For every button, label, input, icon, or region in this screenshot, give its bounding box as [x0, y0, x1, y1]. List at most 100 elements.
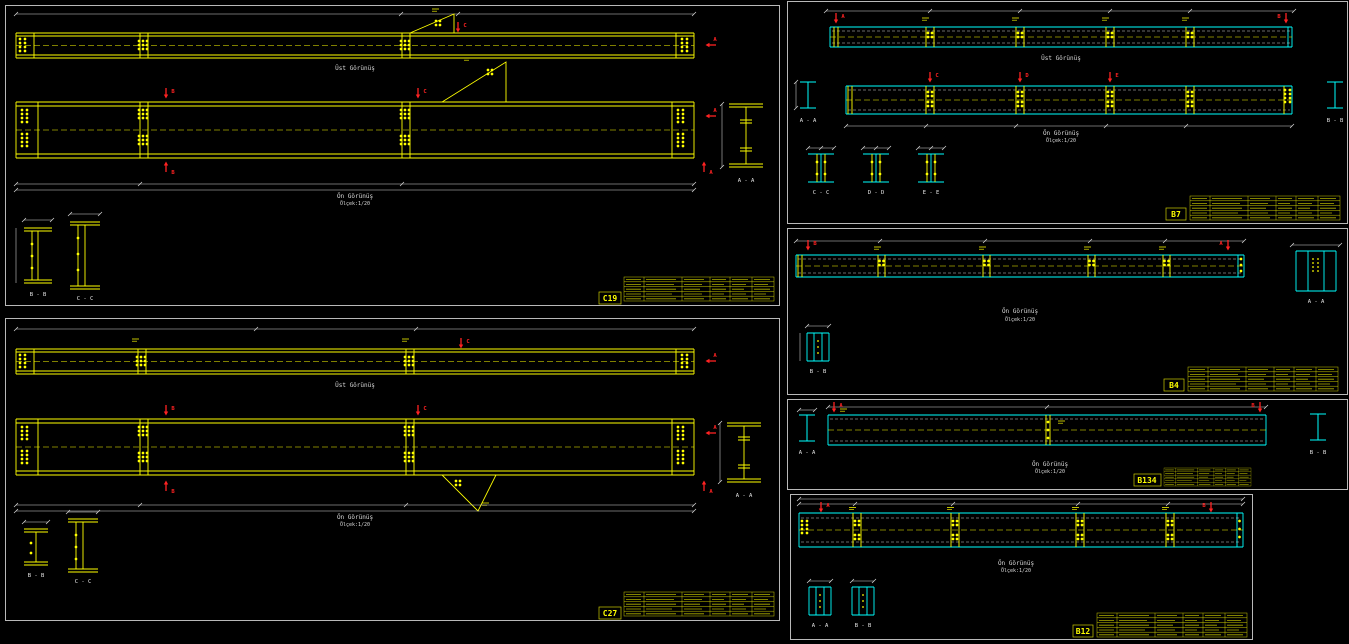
b134-top-dimension-line: [826, 405, 1268, 409]
b134-drawing: A - A A B Ön Görünüş Ölçek:1/20 B - B B1…: [788, 400, 1347, 489]
b12-front-view-caption: Ön Görünüş: [998, 560, 1035, 567]
b134-scale-caption: Ölçek:1/20: [1035, 468, 1065, 475]
panel-b134: A - A A B Ön Görünüş Ölçek:1/20 B - B B1…: [787, 399, 1348, 490]
b4-cut-letter-a: A: [1219, 241, 1223, 247]
c27-cut-letter-a3: A: [709, 489, 713, 495]
b4-drawing: B A A - A Ön Görünüş Ölçek:1/20 B - B B4: [788, 229, 1347, 394]
b7-section-label-bb: B - B: [1327, 118, 1344, 124]
b7-section-bb: [1327, 82, 1343, 108]
b134-section-label-bb: B - B: [1310, 450, 1327, 456]
c19-front-view-caption: Ön Görünüş: [337, 193, 374, 200]
c27-drawing: C A Üst Görünüş B C A B A Ön Görünüş Ölç…: [6, 319, 779, 620]
c19-cut-letter-c: C: [463, 23, 466, 29]
b12-section-bb: [850, 579, 876, 615]
b134-section-label-aa: A - A: [799, 450, 816, 456]
b12-section-label-aa: A - A: [812, 623, 829, 629]
b7-section-label-ee: E - E: [923, 190, 940, 196]
b134-section-aa-dims: [797, 408, 817, 412]
b4-section-bb: [800, 324, 831, 361]
c19-section-cc: [70, 222, 100, 289]
c27-cut-letter-a: A: [713, 353, 717, 359]
c27-section-label-aa: A - A: [736, 493, 753, 499]
c27-section-bb-dims: [22, 520, 50, 524]
c27-section-label-bb: B - B: [28, 573, 45, 579]
b7-cut-letter-e: E: [1115, 73, 1118, 79]
c27-cut-letter-b: B: [171, 406, 175, 412]
b134-panel-id: B134: [1137, 476, 1156, 485]
panel-b7: A B Üst Görünüş A - A C D E Ön Görünüş Ö…: [787, 1, 1348, 224]
b4-front-view-caption: Ön Görünüş: [1002, 308, 1039, 315]
b7-title-block: [1190, 196, 1340, 220]
c19-top-view-cut-markers: C A: [456, 22, 718, 47]
c27-front-view-caption: Ön Görünüş: [337, 514, 374, 521]
c27-top-view-cut-markers: C A: [459, 338, 718, 363]
c27-cut-letter-b2: B: [171, 489, 175, 495]
c27-bottom-dimension-lines: [14, 503, 696, 513]
c19-top-view-caption: Üst Görünüş: [335, 65, 375, 72]
b134-title-block: [1164, 468, 1251, 486]
b12-top-dimension-lines: [797, 497, 1245, 506]
b134-section-aa: [799, 415, 815, 441]
b134-section-bb: [1310, 414, 1326, 440]
c19-drawing: C A Üst Görünüş B C A B A Ön Görünüş Ölç…: [6, 6, 779, 305]
c27-top-view-beam: [16, 339, 694, 374]
b12-title-block: [1097, 613, 1247, 637]
b7-section-cc: [806, 146, 836, 182]
c19-cut-letter-c2: C: [423, 89, 426, 95]
c19-bottom-dimension-lines: [14, 182, 696, 192]
c27-front-view-beam: [16, 419, 694, 511]
c27-panel-id: C27: [603, 609, 618, 618]
c19-panel-id: C19: [603, 294, 618, 303]
b12-scale-caption: Ölçek:1/20: [1001, 567, 1031, 574]
c19-cut-letter-a: A: [713, 37, 717, 43]
c19-section-cc-dims: [68, 212, 102, 216]
b134-cut-letter-a: A: [839, 403, 843, 409]
b7-top-view-cut-markers: A B: [834, 13, 1288, 24]
b12-front-view-cut-markers: A B: [819, 502, 1213, 513]
c27-section-cc: [68, 519, 98, 572]
b7-top-view-plates: [834, 18, 1194, 47]
panel-b4: B A A - A Ön Görünüş Ölçek:1/20 B - B B4: [787, 228, 1348, 395]
c19-section-label-bb: B - B: [30, 292, 47, 298]
c19-cut-letter-b: B: [171, 89, 175, 95]
b4-front-view-plates: [798, 247, 1242, 277]
c19-top-dimension-line: [14, 12, 696, 16]
b7-top-dimension-line: [824, 9, 1296, 13]
b12-section-aa: [807, 579, 833, 615]
b7-section-label-cc: C - C: [813, 190, 830, 196]
b4-section-label-aa: A - A: [1308, 299, 1325, 305]
b4-section-aa: [1290, 243, 1342, 291]
c19-cut-letter-b2: B: [171, 170, 175, 176]
b7-cut-letter-c: C: [935, 73, 938, 79]
b134-front-view-caption: Ön Görünüş: [1032, 461, 1069, 468]
b7-scale-caption: Ölçek:1/20: [1046, 137, 1076, 144]
b7-section-aa-dims: [794, 80, 798, 110]
c19-section-label-cc: C - C: [77, 296, 94, 302]
panel-c27: C A Üst Görünüş B C A B A Ön Görünüş Ölç…: [5, 318, 780, 621]
b4-top-dimension-line: [794, 239, 1246, 243]
b12-drawing: A B Ön Görünüş Ölçek:1/20 A - A B - B B1…: [791, 495, 1252, 639]
c27-title-block: [624, 592, 774, 616]
c27-section-label-cc: C - C: [75, 579, 92, 585]
c27-cut-letter-c2: C: [423, 406, 426, 412]
c27-section-aa: [727, 423, 761, 482]
c19-section-aa-dims: [720, 102, 724, 169]
b7-top-view-caption: Üst Görünüş: [1041, 55, 1081, 62]
c19-section-bb: [24, 228, 52, 283]
b12-panel-id: B12: [1076, 627, 1091, 636]
c19-section-aa: [729, 104, 763, 167]
b7-front-view-caption: Ön Görünüş: [1043, 130, 1080, 137]
c19-scale-caption: Ölçek:1/20: [340, 200, 370, 207]
c19-front-view-cut-markers: B C A B A: [164, 88, 718, 176]
b7-cut-letter-a: A: [841, 14, 845, 20]
c19-front-view-beam: [16, 58, 694, 158]
panel-b12: A B Ön Görünüş Ölçek:1/20 A - A B - B B1…: [790, 494, 1253, 640]
c27-cut-letter-a2: A: [713, 425, 717, 431]
c27-top-dimension-line: [14, 327, 696, 331]
c19-section-label-aa: A - A: [738, 178, 755, 184]
c27-top-view-caption: Üst Görünüş: [335, 382, 375, 389]
c27-cut-letter-c: C: [466, 339, 469, 345]
b134-front-view-plates: [840, 409, 1065, 445]
b4-section-label-bb: B - B: [810, 369, 827, 375]
b7-section-aa: [800, 82, 816, 108]
